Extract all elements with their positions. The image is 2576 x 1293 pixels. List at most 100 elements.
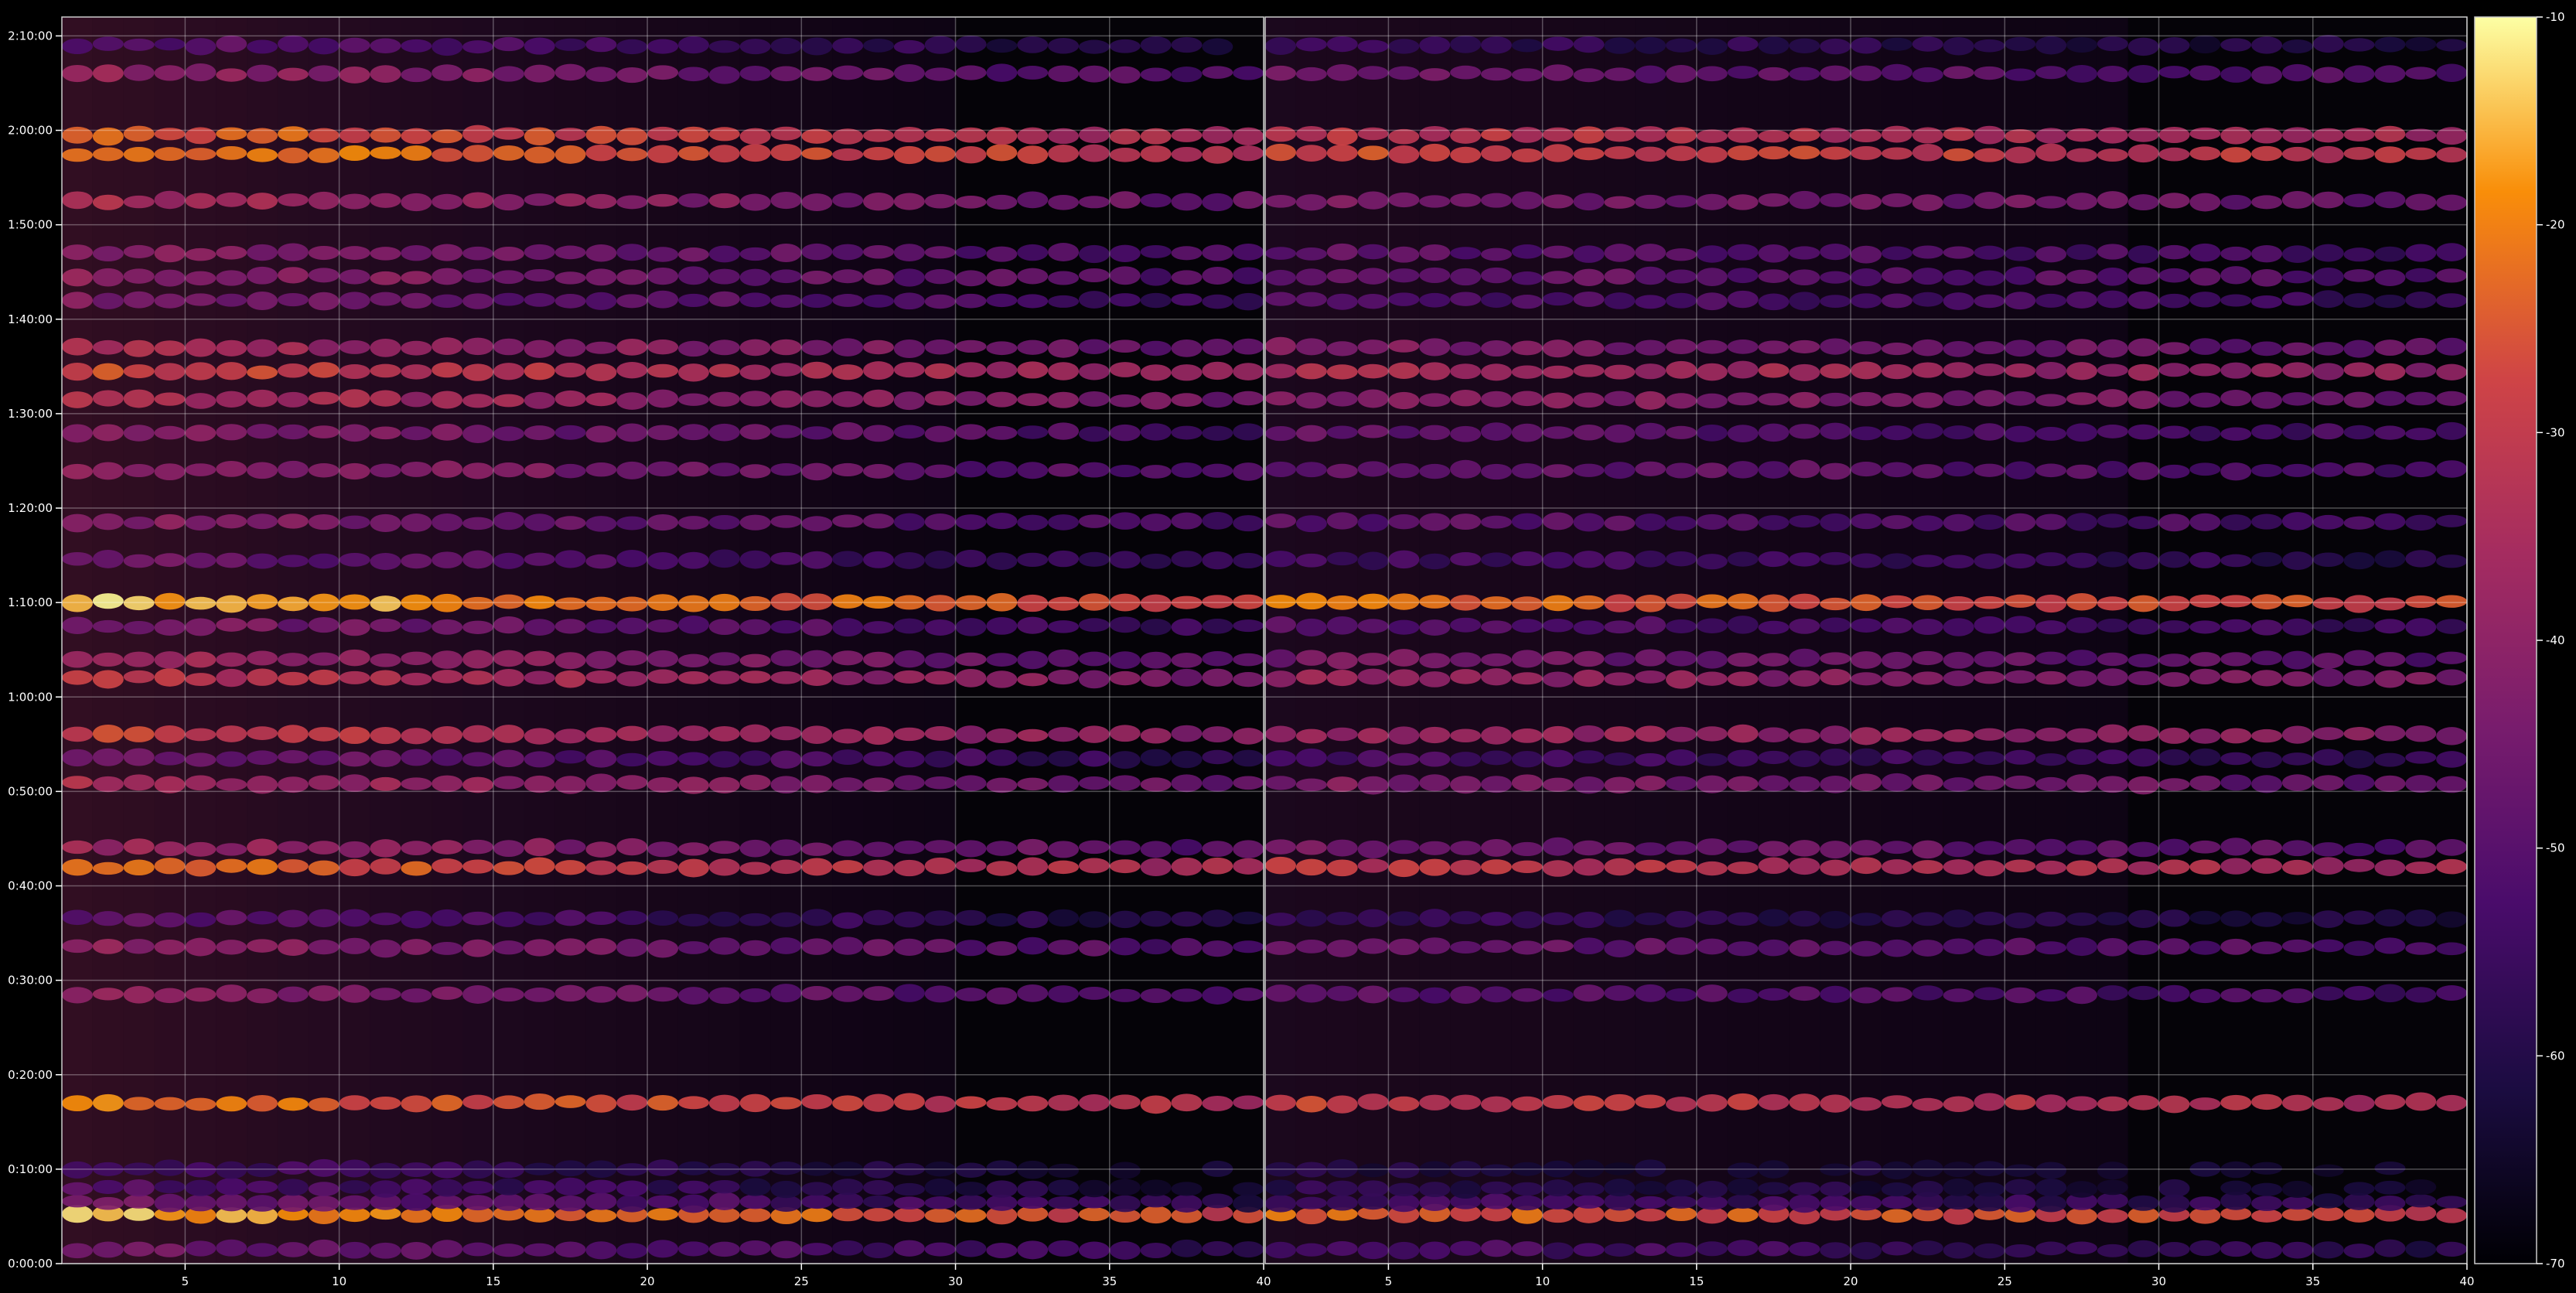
heatmap-cell [1511,513,1543,531]
heatmap-cell [462,125,493,143]
heatmap-cell [2158,363,2190,377]
heatmap-cell [401,777,432,790]
heatmap-cell [1696,193,1728,210]
heatmap-cell [308,65,339,82]
heatmap-cell [2097,339,2128,358]
heatmap-cell [739,391,771,407]
heatmap-cell [1109,424,1141,442]
heatmap-cell [2281,551,2313,571]
heatmap-cell [708,193,740,209]
heatmap-cell [154,147,186,162]
heatmap-cell [1265,461,1296,477]
heatmap-cell [462,40,493,54]
heatmap-cell [1109,1179,1141,1196]
heatmap-cell [2343,1094,2375,1112]
heatmap-cell [185,1240,217,1257]
heatmap-cell [2066,244,2097,261]
heatmap-cell [432,513,463,532]
heatmap-cell [92,390,124,407]
heatmap-cell [1265,984,1296,1002]
heatmap-cell [339,424,370,442]
heatmap-cell [1943,1194,1974,1210]
heatmap-cell [554,363,586,378]
heatmap-cell [1912,144,1943,162]
heatmap-cell [770,244,802,262]
heatmap-cell [1265,1195,1296,1213]
heatmap-cell [154,940,186,955]
heatmap-cell [1078,339,1110,354]
heatmap-cell [2189,748,2221,766]
heatmap-cell [216,909,247,926]
heatmap-cell [2158,244,2190,260]
heatmap-cell [585,341,617,354]
heatmap-cell [1017,66,1049,80]
heatmap-cell [432,749,463,766]
heatmap-cell [1357,244,1389,260]
heatmap-cell [863,389,894,408]
heatmap-cell [1357,1241,1389,1260]
heatmap-cell [1357,425,1389,438]
heatmap-cell [2405,671,2437,685]
heatmap-cell [2281,292,2313,306]
heatmap-cell [339,145,370,162]
heatmap-cell [1326,652,1358,670]
heatmap-cell [2220,66,2252,83]
heatmap-cell [370,146,401,159]
heatmap-cell [1727,339,1759,354]
heatmap-cell [493,394,524,408]
heatmap-cell [2281,1196,2313,1210]
heatmap-cell [1202,986,1233,1005]
heatmap-cell [2035,246,2067,263]
heatmap-cell [1233,338,1264,355]
heatmap-cell [1604,551,1636,570]
heatmap-cell [1604,620,1636,634]
heatmap-cell [1912,339,1943,357]
heatmap-cell [1511,148,1543,163]
heatmap-cell [801,858,833,876]
heatmap-cell [1171,1194,1203,1213]
heatmap-cell [801,774,833,793]
heatmap-cell [2220,294,2252,307]
heatmap-cell [2127,551,2159,570]
heatmap-cell [1974,125,2005,145]
x-tick-label: 25 [794,1274,809,1288]
heatmap-cell [1820,841,1851,859]
heatmap-cell [1696,775,1728,793]
heatmap-cell [1295,37,1327,52]
heatmap-cell [216,424,247,441]
heatmap-cell [1233,672,1264,687]
heatmap-cell [801,128,833,144]
heatmap-cell [2189,127,2221,140]
heatmap-cell [1233,1241,1264,1258]
heatmap-cell [801,147,833,160]
heatmap-cell [2281,512,2313,531]
heatmap-cell [1140,245,1172,258]
heatmap-cell [1419,841,1451,855]
heatmap-cell [123,838,155,855]
heatmap-cell [493,1178,524,1196]
heatmap-cell [924,1196,956,1209]
heatmap-cell [1419,751,1451,767]
heatmap-cell [1450,669,1482,684]
heatmap-cell [2005,1194,2036,1213]
heatmap-cell [2066,1207,2097,1225]
heatmap-cell [801,1182,833,1196]
heatmap-cell [1295,669,1327,685]
heatmap-cell [1109,147,1141,162]
heatmap-cell [277,671,309,686]
heatmap-cell [647,1094,679,1111]
heatmap-cell [1419,619,1451,636]
heatmap-cell [1789,269,1820,286]
heatmap-cell [247,39,278,54]
heatmap-cell [1604,515,1636,531]
heatmap-cell [1419,125,1451,142]
heatmap-cell [1017,425,1049,439]
heatmap-cell [185,38,217,56]
heatmap-cell [832,936,864,955]
heatmap-cell [1140,670,1172,687]
heatmap-cell [832,912,864,929]
heatmap-cell [1357,1180,1389,1197]
heatmap-cell [1295,592,1327,610]
heatmap-cell [677,363,709,382]
heatmap-cell [1140,513,1172,532]
